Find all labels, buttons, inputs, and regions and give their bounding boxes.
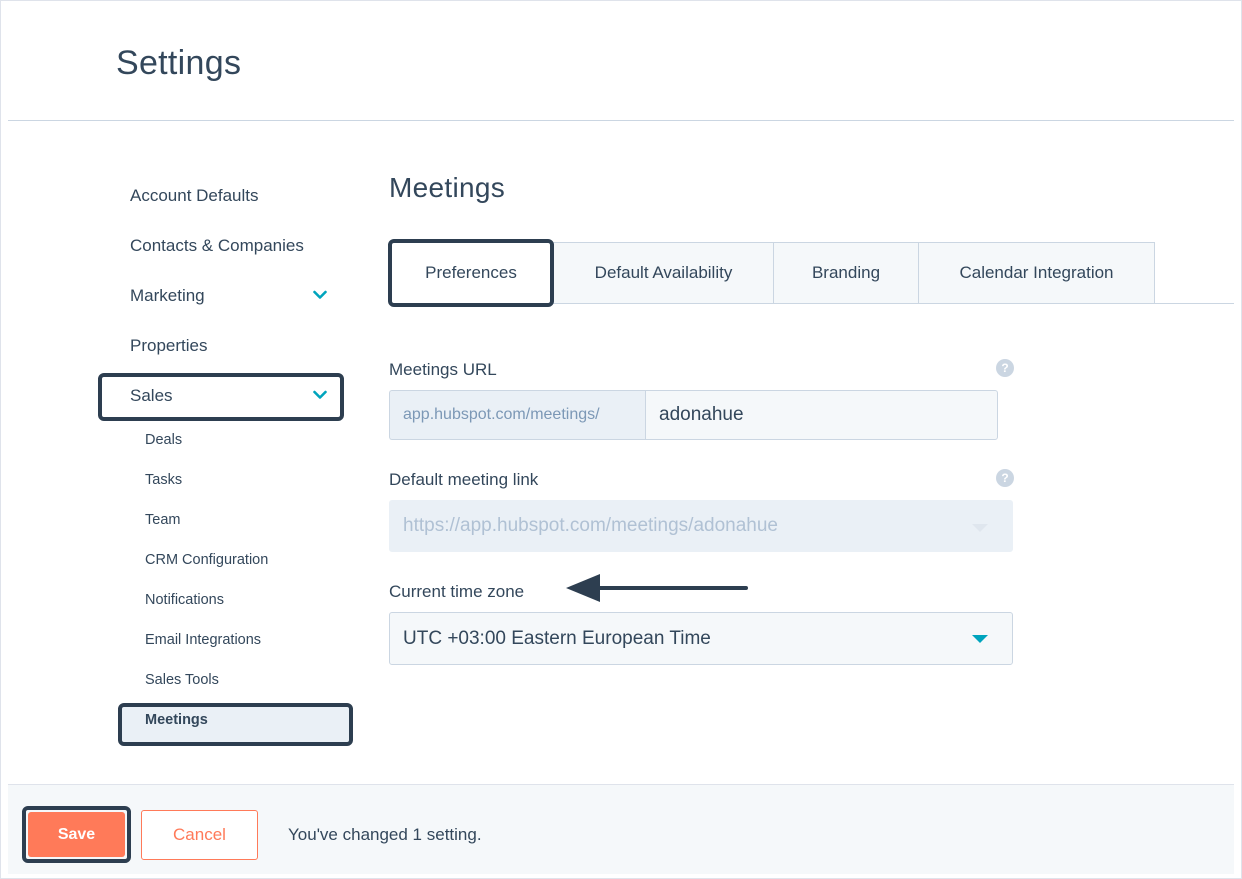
sidebar-item-email-integrations[interactable]: Email Integrations — [145, 632, 261, 648]
sidebar-item-properties[interactable]: Properties — [130, 336, 207, 356]
default-meeting-link-label: Default meeting link — [389, 470, 539, 489]
sidebar-item-contacts-companies[interactable]: Contacts & Companies — [130, 236, 304, 256]
save-button[interactable]: Save — [28, 812, 125, 857]
tab-branding[interactable]: Branding — [773, 242, 919, 304]
chevron-down-icon[interactable] — [313, 390, 327, 400]
section-title: Meetings — [389, 172, 506, 203]
unsaved-changes-text: You've changed 1 setting. — [288, 825, 482, 844]
sidebar-item-deals[interactable]: Deals — [145, 432, 182, 448]
time-zone-value: UTC +03:00 Eastern European Time — [403, 627, 711, 649]
caret-down-icon[interactable] — [972, 635, 988, 643]
sidebar-item-team[interactable]: Team — [145, 512, 180, 528]
tab-default-availability[interactable]: Default Availability — [553, 242, 774, 304]
meetings-url-prefix: app.hubspot.com/meetings/ — [389, 390, 645, 440]
caret-down-icon — [972, 524, 988, 532]
question-circle-icon[interactable]: ? — [996, 469, 1014, 487]
time-zone-label: Current time zone — [389, 582, 525, 601]
sidebar-item-meetings[interactable]: Meetings — [145, 712, 208, 728]
meetings-url-input[interactable]: adonahue — [645, 390, 998, 440]
sidebar-item-notifications[interactable]: Notifications — [145, 592, 224, 608]
cancel-button[interactable]: Cancel — [141, 810, 258, 860]
title-divider — [8, 120, 1234, 121]
time-zone-select[interactable]: UTC +03:00 Eastern European Time — [389, 612, 1013, 665]
default-meeting-link-value: https://app.hubspot.com/meetings/adonahu… — [403, 515, 778, 536]
sidebar-item-sales-tools[interactable]: Sales Tools — [145, 672, 219, 688]
sidebar-item-crm-configuration[interactable]: CRM Configuration — [145, 552, 268, 568]
sidebar-item-sales[interactable]: Sales — [130, 386, 173, 406]
tab-calendar-integration[interactable]: Calendar Integration — [918, 242, 1155, 304]
sidebar-item-account-defaults[interactable]: Account Defaults — [130, 186, 259, 206]
page-title: Settings — [116, 44, 242, 82]
arrow-left-icon — [566, 574, 748, 602]
default-meeting-link-select: https://app.hubspot.com/meetings/adonahu… — [389, 500, 1013, 552]
chevron-down-icon[interactable] — [313, 290, 327, 300]
tab-preferences[interactable]: Preferences — [388, 239, 554, 307]
sidebar-item-tasks[interactable]: Tasks — [145, 472, 182, 488]
meetings-url-label: Meetings URL — [389, 360, 497, 379]
question-circle-icon[interactable]: ? — [996, 359, 1014, 377]
sidebar-item-marketing[interactable]: Marketing — [130, 286, 205, 306]
